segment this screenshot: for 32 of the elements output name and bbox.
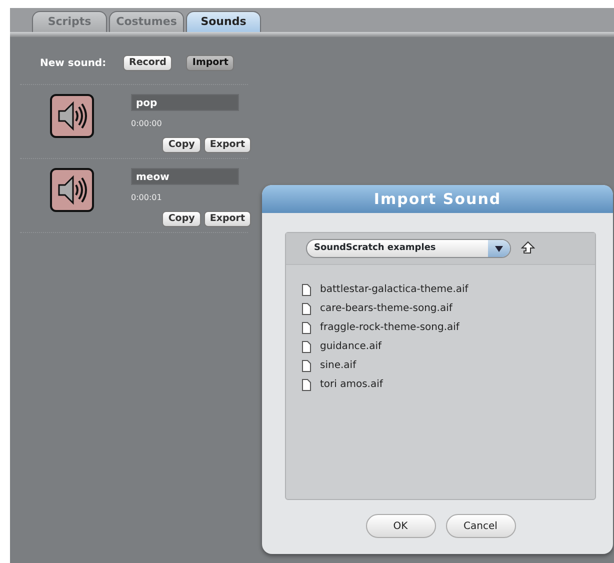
record-button[interactable]: Record [123, 55, 172, 71]
caret-icon [495, 246, 503, 252]
file-icon [302, 322, 311, 334]
file-icon [302, 360, 311, 372]
sound-action-button[interactable]: Export [204, 137, 251, 153]
folder-dropdown[interactable]: SoundScratch examples [306, 239, 511, 258]
speaker-icon[interactable] [50, 168, 94, 212]
sound-action-button[interactable]: Copy [162, 211, 201, 227]
cancel-button[interactable]: Cancel [446, 514, 516, 538]
duration-text: 0:00:00 [131, 118, 163, 130]
file-item[interactable]: fraggle-rock-theme-song.aif [302, 318, 595, 337]
up-arrow-icon[interactable] [521, 240, 535, 256]
file-icon [302, 378, 311, 390]
sound-action-button[interactable]: Copy [162, 137, 201, 153]
tab[interactable]: Sounds [186, 10, 261, 32]
sound-action-button[interactable]: Export [204, 211, 251, 227]
file-icon [302, 284, 311, 296]
sound-name-field[interactable]: pop [131, 94, 239, 111]
file-item[interactable]: sine.aif [302, 356, 595, 375]
import-button[interactable]: Import [186, 55, 234, 71]
file-item[interactable]: care-bears-theme-song.aif [302, 299, 595, 318]
speaker-icon[interactable] [50, 94, 94, 138]
duration-text: 0:00:01 [131, 192, 163, 204]
dialog-title: Import Sound [262, 185, 613, 213]
ok-button[interactable]: OK [366, 514, 436, 538]
sound-name-field[interactable]: meow [131, 168, 239, 185]
file-item[interactable]: guidance.aif [302, 337, 595, 356]
file-item[interactable]: tori amos.aif [302, 375, 595, 394]
new-sound-label: New sound: [40, 56, 108, 70]
file-icon [302, 302, 311, 314]
file-icon [302, 340, 311, 352]
file-item[interactable]: battlestar-galactica-theme.aif [302, 280, 595, 299]
